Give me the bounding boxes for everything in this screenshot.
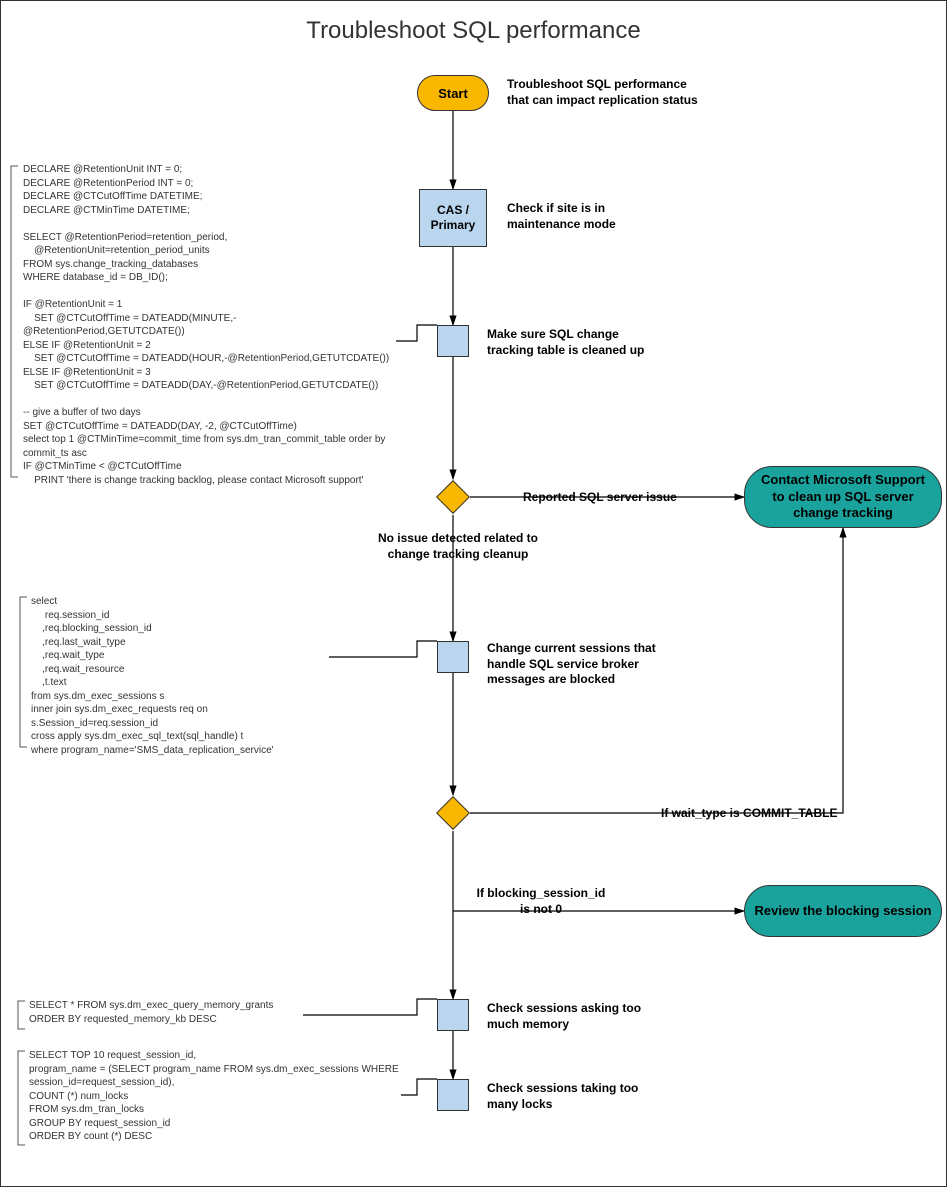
decision2-down-label: If blocking_session_id is not 0 xyxy=(461,886,621,917)
decision2-right-label: If wait_type is COMMIT_TABLE xyxy=(661,806,837,822)
step2-note: Make sure SQL change tracking table is c… xyxy=(487,327,697,358)
sql-block-2: select req.session_id ,req.blocking_sess… xyxy=(31,595,331,757)
step4-note: Check sessions asking too much memory xyxy=(487,1001,697,1032)
terminator-review-blocking: Review the blocking session xyxy=(744,885,942,937)
decision1-right-label: Reported SQL server issue xyxy=(523,490,677,506)
step3-note: Change current sessions that handle SQL … xyxy=(487,641,697,688)
start-note: Troubleshoot SQL performance that can im… xyxy=(507,77,727,108)
terminator-contact-support: Contact Microsoft Support to clean up SQ… xyxy=(744,466,942,528)
flowchart-canvas: Troubleshoot SQL performance xyxy=(0,0,947,1187)
sql-block-3: SELECT * FROM sys.dm_exec_query_memory_g… xyxy=(29,999,305,1026)
decision-change-tracking-issue xyxy=(436,480,470,514)
decision-wait-type xyxy=(436,796,470,830)
sql-block-4: SELECT TOP 10 request_session_id, progra… xyxy=(29,1049,404,1144)
step-memory-sessions xyxy=(437,999,469,1031)
step-change-tracking-cleanup xyxy=(437,325,469,357)
start-node: Start xyxy=(417,75,489,111)
cas-primary-node: CAS / Primary xyxy=(419,189,487,247)
decision1-down-label: No issue detected related to change trac… xyxy=(363,531,553,562)
page-title: Troubleshoot SQL performance xyxy=(1,17,946,45)
cas-note: Check if site is in maintenance mode xyxy=(507,201,707,232)
step-lock-sessions xyxy=(437,1079,469,1111)
step-blocked-sessions xyxy=(437,641,469,673)
sql-block-1: DECLARE @RetentionUnit INT = 0; DECLARE … xyxy=(23,163,393,487)
step5-note: Check sessions taking too many locks xyxy=(487,1081,697,1112)
